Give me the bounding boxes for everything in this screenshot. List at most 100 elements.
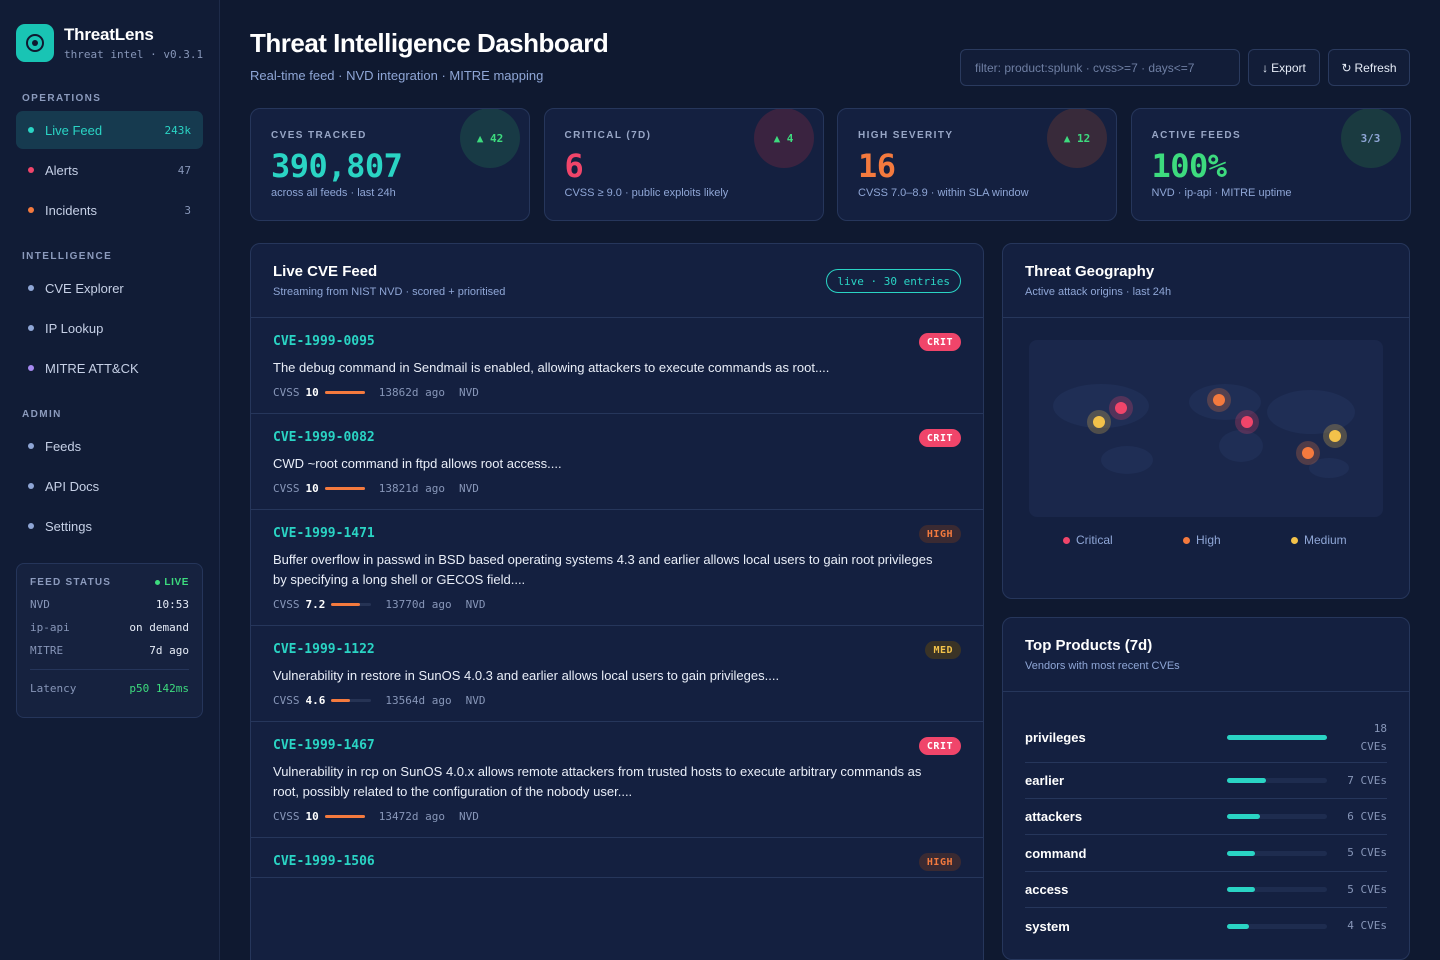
product-row[interactable]: system 4 CVEs (1025, 908, 1387, 944)
products-title: Top Products (7d) (1025, 637, 1153, 654)
live-entries-pill: live · 30 entries (826, 269, 961, 293)
stat-card-active-feeds: 3/3 ACTIVE FEEDS 100% NVD · ip-api · MITRE … (1130, 108, 1411, 221)
sidebar-item-count: 47 (177, 163, 191, 177)
cvss-score: 10 (305, 386, 319, 399)
cve-list-item[interactable]: CVE-1999-1467 CRIT Vulnerability in rcp on… (251, 722, 983, 838)
legend-item-high: High (1183, 533, 1221, 547)
map-marker-medium[interactable] (1329, 430, 1341, 442)
severity-badge: MED (925, 641, 961, 659)
legend-item-critical: Critical (1063, 533, 1113, 547)
sidebar-item-label: Live Feed (45, 122, 103, 138)
stat-card-cves-tracked: ▲ 42 CVES TRACKED 390,807 across all feeds … (250, 108, 530, 221)
feed-last-sync: on demand (129, 621, 189, 634)
brand[interactable]: ThreatLens threat intel · v0.3.1 (16, 24, 203, 62)
export-button[interactable]: ↓ Export (1248, 49, 1320, 86)
cve-list-item[interactable]: CVE-1999-1471 HIGH Buffer overflow in pass… (251, 510, 983, 626)
map-marker-medium[interactable] (1093, 416, 1105, 428)
cve-description: Vulnerability in rcp on SunOS 4.0.x allo… (273, 764, 922, 799)
cve-id-link[interactable]: CVE-1999-1122 (273, 642, 961, 657)
sidebar-item-alerts[interactable]: Alerts 47 (16, 151, 203, 189)
stat-footnote: CVSS 7.0–8.9 · within SLA window (858, 187, 1029, 199)
severity-badge: CRIT (918, 333, 961, 351)
cve-source: NVD (458, 810, 479, 823)
refresh-button[interactable]: ↻ Refresh (1328, 49, 1410, 86)
product-bar-fill (1227, 850, 1255, 856)
geo-title: Threat Geography (1025, 263, 1155, 280)
stat-delta-badge: ▲ 42 (460, 109, 520, 168)
sidebar-item-cve-explorer[interactable]: CVE Explorer (16, 269, 203, 307)
severity-badge: HIGH (918, 525, 961, 543)
cve-description: The debug command in Sendmail is enabled… (273, 360, 830, 375)
export-label: Export (1271, 60, 1306, 75)
nav-dot-icon (28, 207, 34, 213)
products-subtitle: Vendors with most recent CVEs (1025, 660, 1180, 672)
sidebar-item-incidents[interactable]: Incidents 3 (16, 191, 203, 229)
sidebar: ThreatLens threat intel · v0.3.1 OPERATI… (0, 0, 220, 960)
map-marker-high[interactable] (1213, 394, 1225, 406)
product-row[interactable]: earlier 7 CVEs (1025, 763, 1387, 799)
refresh-icon: ↻ (1341, 60, 1352, 75)
nav-section-operations: OPERATIONS (22, 93, 102, 104)
product-row[interactable]: privileges 18 CVEs (1025, 713, 1387, 763)
product-bar-fill (1227, 923, 1250, 929)
cve-id-link[interactable]: CVE-1999-0082 (273, 430, 961, 445)
page-subtitle: Real-time feed · NVD integration · MITRE… (250, 68, 544, 83)
cvss-label: CVSS (273, 810, 300, 823)
cve-list-item[interactable]: CVE-1999-0082 CRIT CWD ~root command in ft… (251, 414, 983, 510)
sidebar-item-feeds[interactable]: Feeds (16, 427, 203, 465)
cve-id-link[interactable]: CVE-1999-1506 (273, 854, 961, 869)
product-count: 18 CVEs (1360, 721, 1388, 753)
feed-name: ip-api (30, 621, 70, 634)
threat-geography-panel: Threat Geography Active attack origins ·… (1002, 243, 1410, 599)
feed-name: NVD (30, 598, 50, 611)
severity-badge: HIGH (918, 853, 961, 871)
sidebar-item-label: IP Lookup (45, 320, 104, 336)
sidebar-item-label: Incidents (45, 202, 98, 218)
cve-list-item[interactable]: CVE-1999-1506 HIGH (251, 838, 983, 878)
sidebar-item-mitre-att-ck[interactable]: MITRE ATT&CK (16, 349, 203, 387)
nav-dot-icon (28, 483, 34, 489)
product-count: 5 CVEs (1347, 882, 1387, 896)
sidebar-item-ip-lookup[interactable]: IP Lookup (16, 309, 203, 347)
sidebar-item-live-feed[interactable]: Live Feed 243k (16, 111, 203, 149)
cve-id-link[interactable]: CVE-1999-1471 (273, 526, 961, 541)
stat-value: 16 (858, 147, 896, 185)
cve-description: Vulnerability in restore in SunOS 4.0.3 … (273, 668, 780, 683)
latency-value: p50 142ms (129, 682, 189, 695)
cve-meta: CVSS 10 13821d ago NVD (273, 482, 961, 509)
cvss-bar (324, 487, 365, 490)
stat-label: CRITICAL (7D) (564, 130, 652, 141)
cvss-label: CVSS (273, 482, 300, 495)
filter-input[interactable] (960, 49, 1240, 86)
map-marker-high[interactable] (1302, 447, 1314, 459)
feed-status-card: FEED STATUS LIVE NVD 10:53 ip-api on demand… (16, 563, 203, 718)
nav-dot-icon (28, 127, 34, 133)
product-row[interactable]: attackers 6 CVEs (1025, 799, 1387, 835)
sidebar-item-api-docs[interactable]: API Docs (16, 467, 203, 505)
feed-name: MITRE (30, 644, 64, 657)
live-cve-feed-panel: Live CVE Feed Streaming from NIST NVD · … (250, 243, 984, 960)
cve-id-link[interactable]: CVE-1999-1467 (273, 738, 961, 753)
world-map[interactable] (1029, 340, 1383, 517)
cve-age: 13862d ago (378, 386, 445, 399)
stat-delta-badge: 3/3 (1340, 109, 1401, 168)
nav-dot-icon (28, 443, 34, 449)
cve-meta: CVSS 10 13472d ago NVD (273, 810, 961, 837)
divider (30, 669, 189, 670)
cve-id-link[interactable]: CVE-1999-0095 (273, 334, 961, 349)
product-count: 7 CVEs (1347, 773, 1387, 787)
cve-list-item[interactable]: CVE-1999-1122 MED Vulnerability in restore… (251, 626, 983, 722)
cve-list-item[interactable]: CVE-1999-0095 CRIT The debug command in Se… (251, 318, 983, 414)
map-marker-critical[interactable] (1241, 416, 1253, 428)
stat-delta-badge: ▲ 4 (753, 109, 814, 168)
product-row[interactable]: command 5 CVEs (1025, 835, 1387, 872)
latency-label: Latency (30, 682, 77, 695)
product-bar (1227, 814, 1327, 819)
product-row[interactable]: access 5 CVEs (1025, 872, 1387, 908)
product-bar-fill (1227, 735, 1327, 740)
product-name: privileges (1025, 730, 1086, 745)
map-marker-critical[interactable] (1115, 402, 1127, 414)
sidebar-item-settings[interactable]: Settings (16, 507, 203, 545)
product-count: 5 CVEs (1347, 846, 1387, 859)
feed-last-sync: 10:53 (155, 598, 189, 611)
